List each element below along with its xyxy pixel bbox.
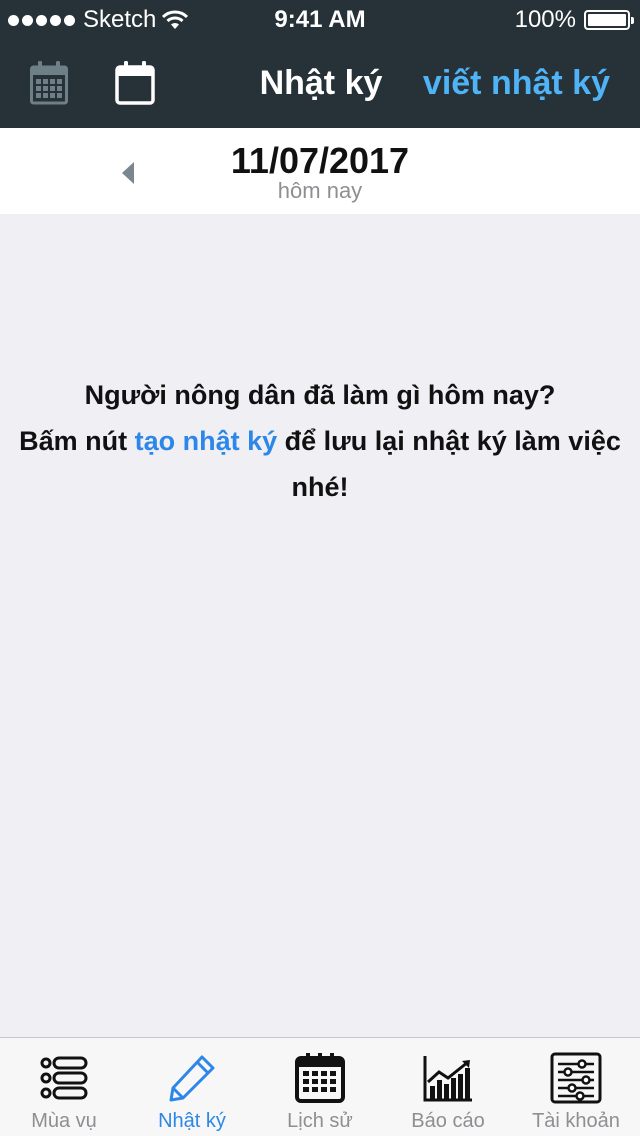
tab-bar: Mùa vụ Nhật ký Lịch sử Báo cáo Tài khoản xyxy=(0,1037,640,1136)
tab-tai-khoan[interactable]: Tài khoản xyxy=(512,1038,640,1136)
empty-state-line-1: Người nông dân đã làm gì hôm nay? xyxy=(84,380,556,410)
tab-nhat-ky[interactable]: Nhật ký xyxy=(128,1038,256,1136)
write-diary-button[interactable]: viết nhật ký xyxy=(423,64,610,103)
empty-state-message: Người nông dân đã làm gì hôm nay? Bấm nú… xyxy=(0,372,640,510)
chart-icon xyxy=(423,1056,472,1102)
tab-label: Lịch sử xyxy=(287,1110,353,1132)
tab-mua-vu[interactable]: Mùa vụ xyxy=(0,1038,128,1136)
battery-percent: 100% xyxy=(514,6,576,33)
sliders-icon xyxy=(550,1052,602,1104)
empty-state-suffix: để lưu lại nhật ký làm việc xyxy=(277,426,621,456)
date-subtitle: hôm nay xyxy=(277,178,363,203)
battery-icon xyxy=(584,10,634,30)
create-diary-link[interactable]: tạo nhật ký xyxy=(135,426,278,456)
date-selector: 11/07/2017 hôm nay xyxy=(0,128,640,214)
calendar-day-icon[interactable] xyxy=(115,61,155,105)
current-date: 11/07/2017 xyxy=(230,140,410,181)
list-icon xyxy=(40,1056,88,1100)
tab-lich-su[interactable]: Lịch sử xyxy=(256,1038,384,1136)
status-bar: Sketch 9:41 AM 100% xyxy=(0,0,640,40)
tab-label: Báo cáo xyxy=(411,1110,485,1132)
tab-label: Tài khoản xyxy=(532,1110,620,1132)
calendar-icon xyxy=(295,1053,345,1103)
tab-bao-cao[interactable]: Báo cáo xyxy=(384,1038,512,1136)
calendar-month-icon[interactable] xyxy=(30,61,68,105)
tab-label: Nhật ký xyxy=(158,1110,226,1132)
empty-state-line-3: nhé! xyxy=(291,472,349,502)
navigation-bar: Nhật ký viết nhật ký xyxy=(0,40,640,128)
page-title: Nhật ký xyxy=(259,64,383,102)
pencil-icon xyxy=(169,1055,215,1102)
tab-label: Mùa vụ xyxy=(31,1110,97,1132)
empty-state-prefix: Bấm nút xyxy=(19,426,135,456)
battery-group: 100% xyxy=(514,6,634,34)
empty-state-line-2: Bấm nút tạo nhật ký để lưu lại nhật ký l… xyxy=(0,418,640,464)
